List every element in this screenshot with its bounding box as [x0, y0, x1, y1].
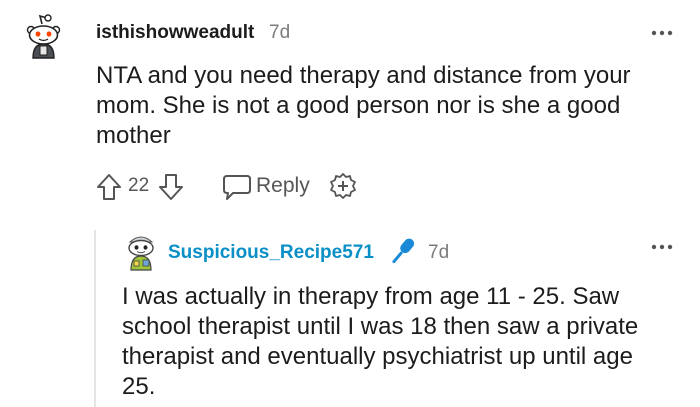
snoo-avatar-icon[interactable] [121, 232, 161, 272]
reply-timestamp: 7d [428, 242, 450, 263]
downvote-arrow-icon[interactable] [158, 173, 184, 201]
comment-body: NTA and you need therapy and distance fr… [96, 62, 631, 149]
comment-timestamp: 7d [269, 22, 291, 43]
reply-username[interactable]: Suspicious_Recipe571 [168, 242, 374, 264]
more-options-icon[interactable] [650, 240, 674, 254]
speech-bubble-icon[interactable] [222, 173, 252, 201]
comment-actions: 22 Reply [92, 172, 372, 202]
award-plus-icon[interactable] [328, 172, 358, 202]
reply-body: I was actually in therapy from age 11 - … [122, 283, 639, 400]
more-options-icon[interactable] [650, 26, 674, 40]
microphone-icon [387, 234, 417, 270]
thread-line[interactable] [94, 230, 96, 407]
snoo-avatar-icon[interactable] [20, 12, 70, 62]
upvote-arrow-icon[interactable] [96, 173, 122, 201]
vote-score: 22 [128, 175, 150, 196]
reply-button[interactable]: Reply [256, 174, 310, 198]
comment-username[interactable]: isthishowweadult [96, 22, 254, 44]
